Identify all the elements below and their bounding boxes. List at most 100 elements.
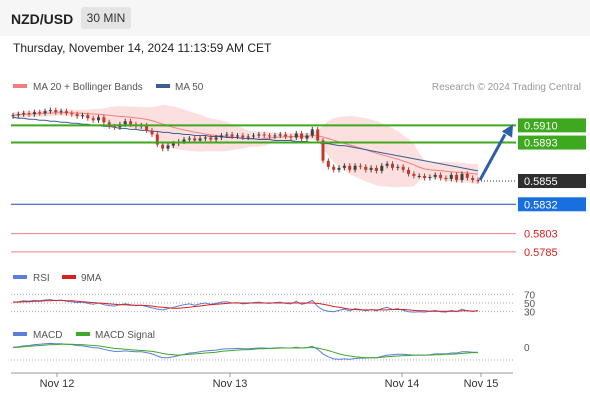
rsi-legend-label: RSI bbox=[33, 273, 50, 284]
rsi-plot: 705030 bbox=[11, 290, 536, 319]
x-tick-label: Nov 15 bbox=[464, 378, 499, 390]
candle-body bbox=[326, 160, 330, 167]
candle-body bbox=[396, 166, 400, 168]
candle-body bbox=[385, 163, 389, 166]
candle-body bbox=[284, 134, 288, 137]
candle-body bbox=[241, 135, 245, 138]
macd-legend-swatch bbox=[13, 332, 27, 336]
candle-body bbox=[182, 139, 186, 142]
ma50-legend-label: MA 50 bbox=[175, 82, 204, 93]
candle-body bbox=[444, 178, 448, 179]
macd-signal-legend-label: MACD Signal bbox=[95, 330, 155, 341]
candle-body bbox=[150, 130, 154, 135]
rsi-ma-legend-label: 9MA bbox=[81, 273, 102, 284]
candle-body bbox=[337, 167, 341, 170]
candle-body bbox=[460, 173, 464, 180]
candle-body bbox=[43, 111, 47, 114]
candle-body bbox=[81, 115, 84, 117]
candle-body bbox=[22, 113, 26, 115]
rsi-ma-line bbox=[13, 299, 479, 312]
candle-body bbox=[342, 165, 346, 168]
candle-body bbox=[257, 134, 261, 136]
ma20-legend-swatch bbox=[13, 84, 27, 88]
candle-body bbox=[11, 115, 15, 117]
x-tick-label: Nov 12 bbox=[40, 378, 75, 390]
candle-body bbox=[48, 110, 52, 112]
candle-body bbox=[433, 174, 437, 177]
candle-body bbox=[348, 165, 352, 170]
x-axis: Nov 12 Nov 13 Nov 14 Nov 15 bbox=[40, 373, 499, 390]
price-plot: 0.5910 0.5893 0.5832 0.5803 0.5785 0.5855 bbox=[11, 105, 586, 259]
chart-widget: { "header": { "pair": "NZD/USD", "timefr… bbox=[0, 0, 590, 400]
candle-body bbox=[407, 169, 410, 174]
candle-body bbox=[364, 166, 368, 170]
candle-body bbox=[129, 121, 133, 125]
candle-body bbox=[268, 135, 272, 137]
candle-body bbox=[305, 135, 309, 139]
lower-level-label: 0.5803 bbox=[524, 229, 558, 241]
candle-body bbox=[219, 135, 223, 138]
lower-level-label: 0.5785 bbox=[524, 247, 558, 259]
candle-body bbox=[353, 165, 357, 170]
candle-body bbox=[16, 114, 20, 116]
candle-body bbox=[374, 167, 378, 171]
ma50-legend-swatch bbox=[156, 84, 170, 88]
candle-body bbox=[428, 177, 432, 178]
candle-body bbox=[59, 111, 63, 113]
candle-body bbox=[70, 113, 74, 115]
macd-legend-label: MACD bbox=[33, 330, 62, 341]
candle-body bbox=[294, 133, 298, 138]
candle-body bbox=[417, 176, 421, 177]
x-tick-label: Nov 13 bbox=[213, 378, 248, 390]
candle-body bbox=[32, 112, 36, 115]
candle-body bbox=[209, 137, 213, 140]
candle-body bbox=[332, 166, 336, 170]
candle-body bbox=[455, 174, 459, 180]
candle-body bbox=[54, 110, 58, 113]
candle-body bbox=[401, 166, 405, 170]
candle-body bbox=[380, 165, 384, 171]
candle-body bbox=[262, 134, 266, 136]
candle-body bbox=[471, 178, 475, 180]
rsi-level-label: 30 bbox=[524, 308, 536, 319]
candle-body bbox=[86, 115, 90, 119]
candle-body bbox=[316, 129, 320, 141]
candle-body bbox=[97, 117, 100, 121]
candle-body bbox=[300, 133, 304, 139]
resistance-label: 0.5893 bbox=[524, 138, 558, 150]
candle-body bbox=[102, 117, 106, 123]
rsi-ma-legend-swatch bbox=[62, 275, 76, 279]
candle-body bbox=[166, 145, 170, 149]
candle-body bbox=[91, 118, 95, 121]
ma20-legend-label: MA 20 + Bollinger Bands bbox=[33, 82, 143, 93]
candle-body bbox=[289, 136, 293, 138]
candle-body bbox=[171, 143, 175, 146]
candle-body bbox=[38, 112, 42, 114]
candle-body bbox=[214, 137, 218, 140]
candle-body bbox=[230, 134, 234, 137]
chart-area: MA 20 + Bollinger Bands MA 50 Research ©… bbox=[11, 82, 586, 390]
candle-body bbox=[193, 138, 197, 141]
candle-body bbox=[252, 135, 255, 137]
candle-body bbox=[203, 137, 207, 139]
candle-body bbox=[64, 111, 68, 114]
candle-body bbox=[465, 173, 469, 178]
candle-body bbox=[449, 174, 453, 179]
macd-signal-legend-swatch bbox=[76, 332, 90, 336]
candle-body bbox=[27, 113, 31, 115]
candle-body bbox=[75, 114, 79, 117]
rsi-legend-swatch bbox=[13, 275, 27, 279]
candle-body bbox=[198, 138, 202, 141]
candle-body bbox=[225, 134, 229, 136]
candle-body bbox=[113, 126, 117, 128]
candle-body bbox=[310, 129, 314, 136]
candle-body bbox=[236, 135, 239, 137]
candle-body bbox=[246, 136, 250, 138]
candle-body bbox=[412, 173, 416, 176]
candle-body bbox=[369, 167, 373, 170]
candle-body bbox=[123, 121, 127, 125]
resistance-label: 0.5910 bbox=[524, 120, 558, 132]
forecast-arrow-shaft bbox=[478, 133, 507, 181]
candle-body bbox=[358, 165, 362, 167]
macd-line bbox=[12, 342, 478, 360]
